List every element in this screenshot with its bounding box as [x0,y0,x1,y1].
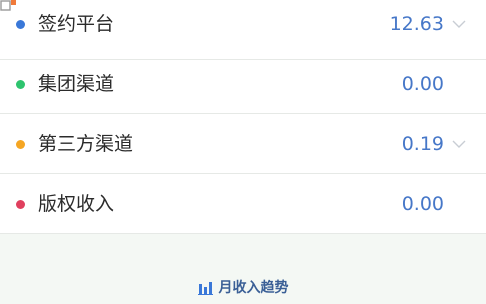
row-label: 版权收入 [38,193,115,215]
status-dot [16,140,25,149]
income-row-copyright[interactable]: 版权收入 0.00 [0,174,486,234]
status-dot [16,200,25,209]
status-dot [16,20,25,29]
monthly-income-trend-header: 月收入趋势 [0,278,486,300]
row-value: 0.00 [401,73,444,95]
row-value: 12.63 [389,13,444,35]
row-value: 0.00 [401,193,444,215]
row-label: 集团渠道 [38,73,115,95]
row-label: 签约平台 [38,13,115,35]
trend-title: 月收入趋势 [218,280,289,296]
row-divider [0,233,486,234]
status-dot [16,80,25,89]
income-row-group-channel[interactable]: 集团渠道 0.00 [0,54,486,114]
row-label: 第三方渠道 [38,133,134,155]
income-row-third-party-channel[interactable]: 第三方渠道 0.19 [0,114,486,174]
chevron-down-icon[interactable] [452,139,466,149]
income-row-signed-platform[interactable]: 签约平台 12.63 [0,0,486,60]
bar-chart-icon [197,282,213,295]
row-value: 0.19 [401,133,444,155]
chevron-down-icon[interactable] [452,19,466,29]
income-breakdown-list: 签约平台 12.63 集团渠道 0.00 第三方渠道 0.19 版权收入 0.0… [0,0,486,234]
